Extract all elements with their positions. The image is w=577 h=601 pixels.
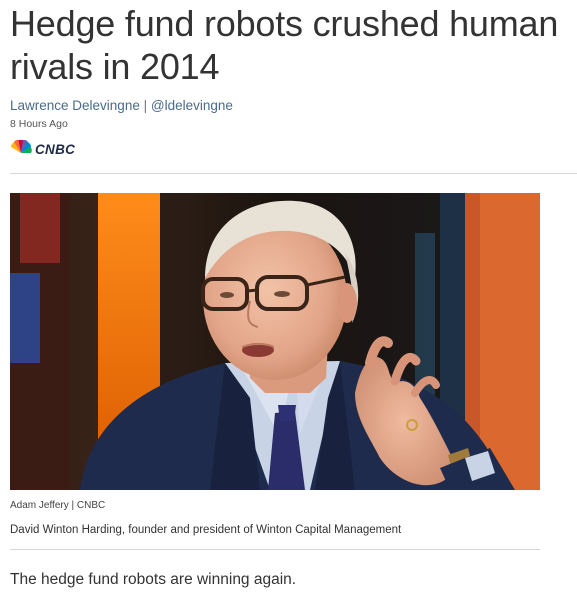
photo-credit: Adam Jeffery | CNBC (10, 500, 106, 511)
article-headline: Hedge fund robots crushed human rivals i… (10, 3, 559, 87)
divider (10, 173, 577, 174)
publish-timestamp: 8 Hours Ago (10, 118, 68, 130)
author-link[interactable]: Lawrence Delevingne (10, 98, 140, 113)
twitter-handle-link[interactable]: @ldelevingne (151, 98, 233, 113)
article-photo[interactable] (10, 193, 540, 490)
cnbc-logo[interactable]: CNBC (10, 138, 76, 159)
article-lede: The hedge fund robots are winning again. (10, 571, 297, 588)
cnbc-wordmark: CNBC (35, 141, 76, 157)
divider (10, 549, 540, 550)
byline: Lawrence Delevingne | @ldelevingne (10, 98, 233, 113)
byline-separator: | (143, 98, 148, 113)
photo-caption: David Winton Harding, founder and presid… (10, 524, 402, 536)
nbc-peacock-icon (10, 138, 32, 159)
